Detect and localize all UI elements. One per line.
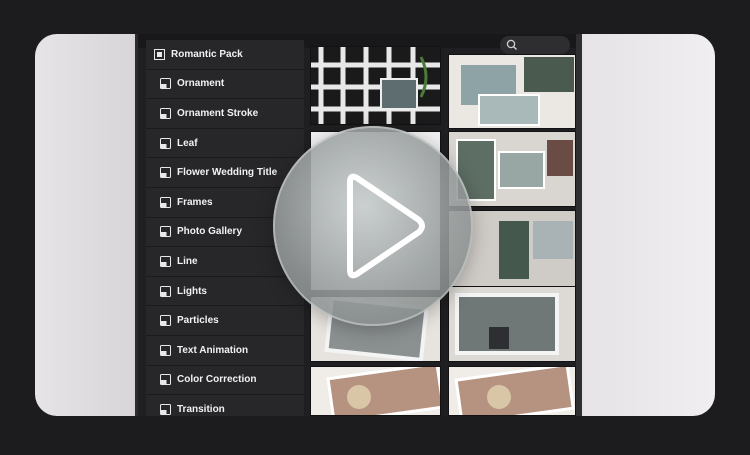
sidebar-item-romantic-pack[interactable]: Romantic Pack [146,40,304,70]
ae-file-icon [160,107,171,119]
sidebar-item-ornament[interactable]: Ornament [146,69,304,100]
sidebar-item-label: Color Correction [177,374,257,386]
ae-file-icon [160,403,171,415]
ae-file-icon [160,315,171,327]
play-icon [347,173,425,279]
ae-file-icon [160,167,171,179]
sidebar-item-label: Romantic Pack [171,48,243,60]
sidebar-item-ornament-stroke[interactable]: Ornament Stroke [146,99,304,129]
thumbnail-portrait-1[interactable] [310,366,441,416]
sidebar-item-transition[interactable]: Transition [146,395,304,416]
sidebar-item-label: Leaf [177,137,198,149]
sidebar-item-label: Ornament [177,78,225,90]
ae-file-icon [160,285,171,297]
thumbnail-portrait-2[interactable] [448,366,576,416]
play-button[interactable] [273,126,473,326]
sidebar-item-label: Ornament Stroke [177,107,259,119]
folder-icon [154,48,165,60]
sidebar-item-label: Flower Wedding Title [177,167,278,179]
sidebar-item-label: Lights [177,285,207,297]
sidebar-item-label: Particles [177,315,219,327]
ae-file-icon [160,255,171,267]
ae-file-icon [160,137,171,149]
thumbnail-ornament-grid[interactable] [310,46,441,125]
sidebar-item-label: Photo Gallery [177,226,243,238]
sidebar-item-text-animation[interactable]: Text Animation [146,335,304,366]
sidebar-item-label: Frames [177,196,213,208]
ae-file-icon [160,78,171,90]
thumbnail-photo-collage-1[interactable] [448,54,576,129]
ae-file-icon [160,344,171,356]
document-icon [160,374,171,386]
sidebar-item-label: Text Animation [177,344,249,356]
sidebar-item-label: Transition [177,403,225,415]
ae-file-icon [160,226,171,238]
ae-file-icon [160,196,171,208]
sidebar-item-label: Line [177,255,198,267]
sidebar-item-color-correction[interactable]: Color Correction [146,365,304,396]
